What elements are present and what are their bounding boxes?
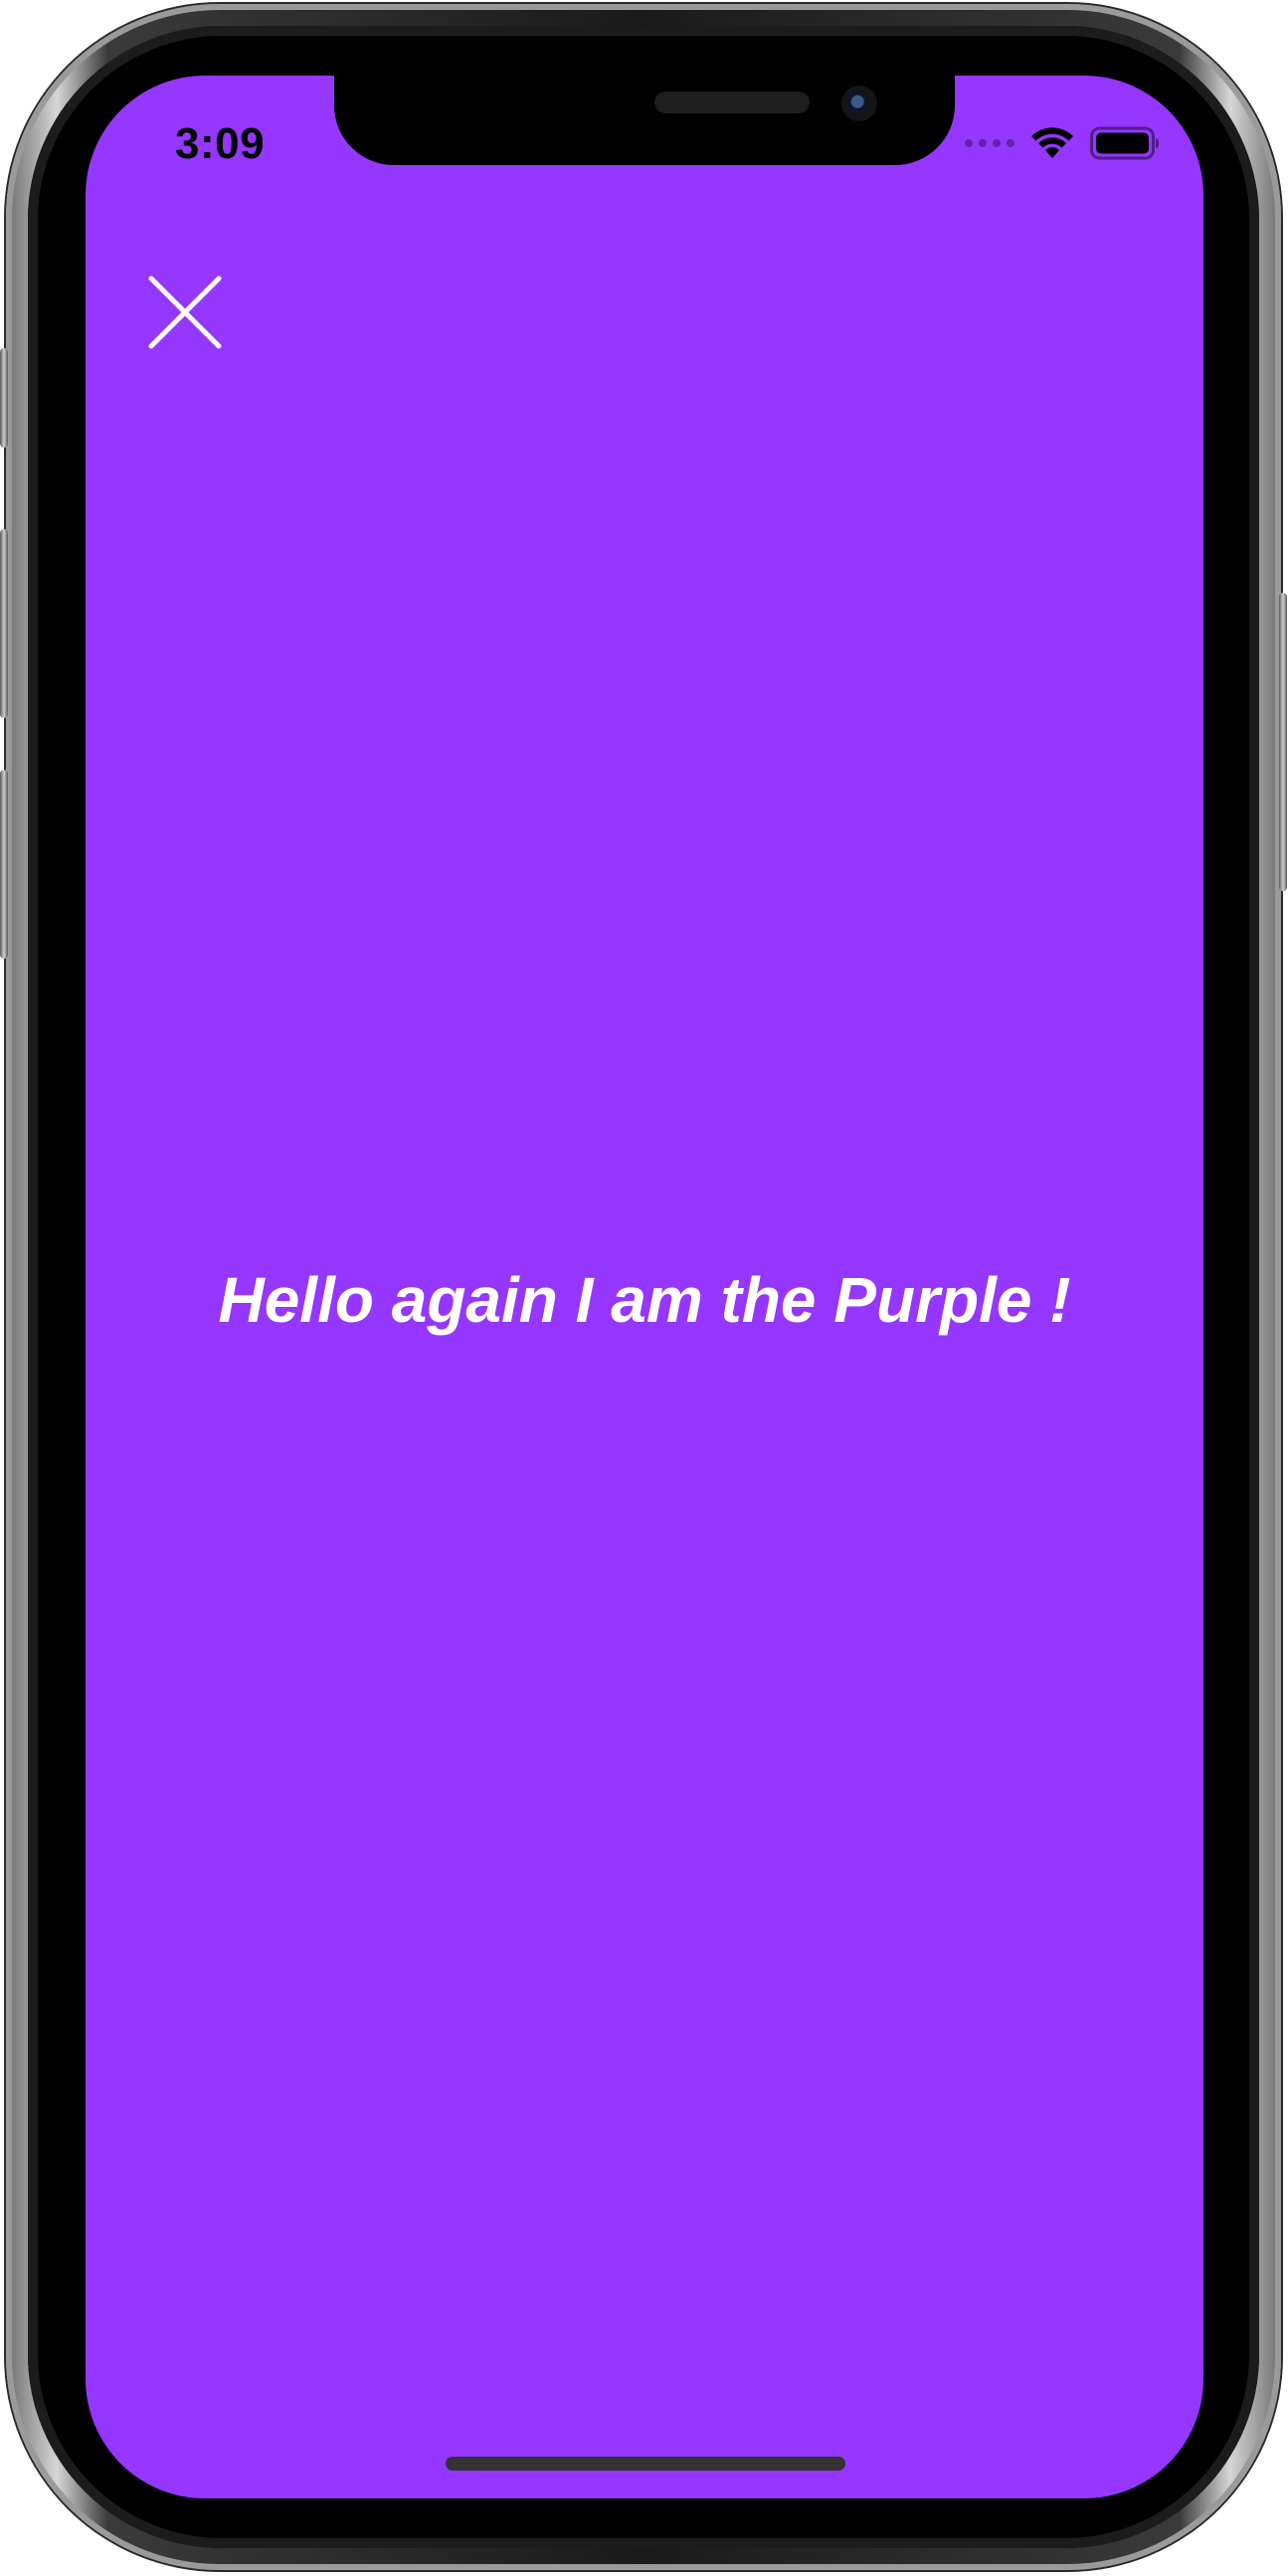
volume-up-button bbox=[0, 529, 8, 718]
status-time: 3:09 bbox=[175, 119, 266, 168]
mute-switch bbox=[0, 348, 8, 448]
status-indicators bbox=[965, 123, 1160, 163]
cellular-signal-icon bbox=[965, 139, 1014, 147]
front-camera bbox=[841, 86, 877, 121]
battery-icon bbox=[1090, 126, 1159, 160]
close-button[interactable] bbox=[147, 275, 223, 350]
volume-down-button bbox=[0, 770, 8, 959]
speaker-grille bbox=[654, 92, 810, 113]
power-button bbox=[1279, 593, 1287, 891]
wifi-icon bbox=[1031, 127, 1073, 158]
notch bbox=[334, 76, 955, 165]
app-screen: 3:09 Hello again I am the Purple ! bbox=[86, 76, 1203, 2498]
close-icon bbox=[148, 276, 222, 349]
home-indicator[interactable] bbox=[446, 2457, 845, 2471]
greeting-message: Hello again I am the Purple ! bbox=[218, 1264, 1071, 1336]
